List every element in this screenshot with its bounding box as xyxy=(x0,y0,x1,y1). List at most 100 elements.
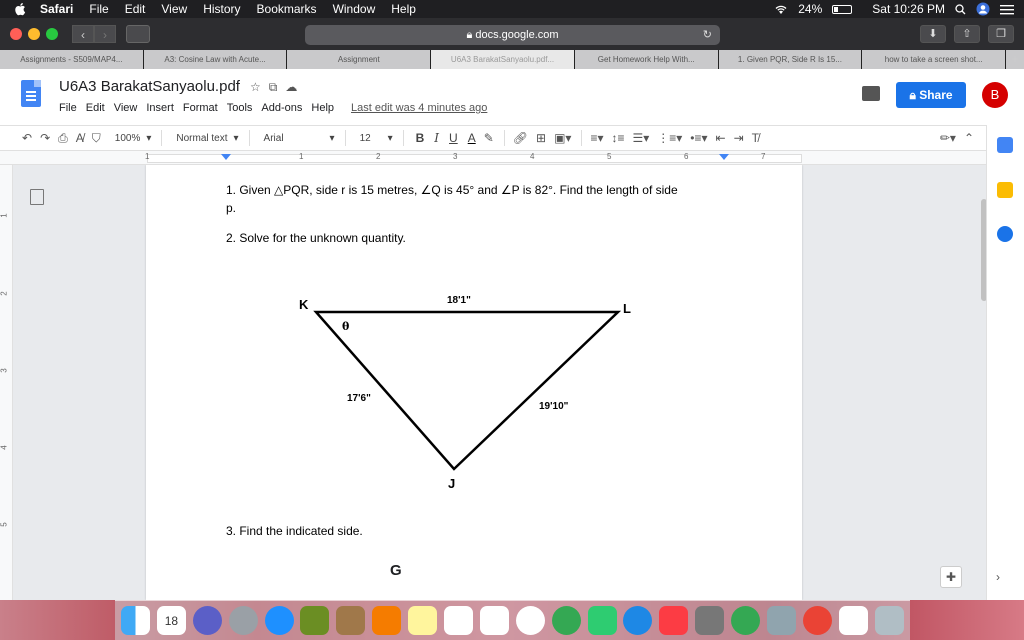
keep-icon[interactable] xyxy=(997,182,1013,198)
menu-window[interactable]: Window xyxy=(333,2,376,16)
last-edit-link[interactable]: Last edit was 4 minutes ago xyxy=(351,102,487,114)
chrome-icon[interactable] xyxy=(802,606,832,635)
show-tabs-button[interactable]: ❐ xyxy=(988,25,1014,43)
new-tab-button[interactable]: + xyxy=(1006,50,1024,69)
font-select[interactable]: Arial ▾ xyxy=(264,133,335,144)
calendar-app-icon[interactable]: 18 xyxy=(156,606,186,635)
account-avatar[interactable]: B xyxy=(982,82,1008,108)
share-button[interactable]: 🔒︎ Share xyxy=(896,82,966,108)
books-icon[interactable] xyxy=(372,606,402,635)
photos-icon[interactable] xyxy=(515,606,545,635)
image-capture-icon[interactable] xyxy=(300,606,330,635)
notification-center-icon[interactable] xyxy=(1000,4,1014,15)
facetime-icon[interactable] xyxy=(587,606,617,635)
increase-indent-icon[interactable]: ⇥ xyxy=(734,131,744,145)
add-comment-icon[interactable]: ⊞ xyxy=(536,131,546,145)
print-icon[interactable]: ⎙ xyxy=(58,131,68,146)
share-sheet-button[interactable]: ⇧ xyxy=(954,25,980,43)
menu-help[interactable]: Help xyxy=(391,2,416,16)
undo-icon[interactable]: ↶ xyxy=(22,131,32,145)
clock[interactable]: Sat 10:26 PM xyxy=(872,2,945,16)
docs-menu-file[interactable]: File xyxy=(59,102,77,114)
checklist-icon[interactable]: ☰▾ xyxy=(632,131,649,145)
textedit-icon[interactable] xyxy=(479,606,509,635)
highlight-icon[interactable]: ✎ xyxy=(484,131,494,145)
menu-safari[interactable]: Safari xyxy=(40,2,73,16)
chevron-right-icon[interactable]: › xyxy=(996,570,1000,584)
battery-icon[interactable] xyxy=(832,4,853,14)
right-indent-marker[interactable] xyxy=(719,154,729,160)
zoom-window-button[interactable] xyxy=(46,28,58,40)
close-window-button[interactable] xyxy=(10,28,22,40)
user-menu-icon[interactable] xyxy=(976,2,990,16)
grammarly-icon[interactable] xyxy=(731,606,761,635)
editing-mode-icon[interactable]: ✏▾ xyxy=(940,131,956,145)
spotlight-search-icon[interactable] xyxy=(955,3,966,15)
reminders-icon[interactable] xyxy=(444,606,474,635)
menu-history[interactable]: History xyxy=(203,2,240,16)
document-page[interactable]: 1. Given △PQR, side r is 15 metres, ∠Q i… xyxy=(146,165,802,600)
underline-button[interactable]: U xyxy=(449,131,458,145)
back-button[interactable]: ‹ xyxy=(72,25,94,43)
left-indent-marker[interactable] xyxy=(221,154,231,160)
wifi-icon[interactable] xyxy=(774,4,788,15)
address-bar[interactable]: 🔒︎ docs.google.com ↻ xyxy=(305,25,720,45)
clear-formatting-icon[interactable]: T̸ xyxy=(752,131,759,145)
menu-bookmarks[interactable]: Bookmarks xyxy=(257,2,317,16)
menu-edit[interactable]: Edit xyxy=(125,2,146,16)
tasks-icon[interactable] xyxy=(997,226,1013,242)
tab-screen-shot[interactable]: how to take a screen shot... xyxy=(862,50,1007,69)
downloads-button[interactable]: ⬇ xyxy=(920,25,946,43)
document-icon[interactable] xyxy=(838,606,868,635)
docs-menu-format[interactable]: Format xyxy=(183,102,218,114)
style-select[interactable]: Normal text ▾ xyxy=(176,133,238,144)
minimize-window-button[interactable] xyxy=(28,28,40,40)
tab-assignments[interactable]: Assignments - S509/MAP4... xyxy=(0,50,144,69)
chevron-up-icon[interactable]: ⌃ xyxy=(964,131,974,145)
text-color-button[interactable]: A xyxy=(468,131,476,145)
calendar-icon[interactable] xyxy=(997,137,1013,153)
document-outline-icon[interactable] xyxy=(30,189,44,205)
tab-cosine-law[interactable]: A3: Cosine Law with Acute... xyxy=(143,50,288,69)
line-spacing-icon[interactable]: ↕≡ xyxy=(611,131,624,145)
system-preferences-icon[interactable] xyxy=(695,606,725,635)
finder-icon[interactable] xyxy=(121,606,150,635)
zoom-select[interactable]: 100% ▾ xyxy=(115,133,152,144)
launchpad-icon[interactable] xyxy=(228,606,258,635)
link-icon[interactable]: 🔗︎ xyxy=(513,131,528,145)
document-title[interactable]: U6A3 BarakatSanyaolu.pdf xyxy=(59,78,240,95)
tab-u6a3-pdf[interactable]: U6A3 BarakatSanyaolu.pdf... xyxy=(431,50,575,69)
docs-menu-insert[interactable]: Insert xyxy=(146,102,174,114)
siri-icon[interactable] xyxy=(192,606,222,635)
preview-icon[interactable] xyxy=(767,606,797,635)
move-to-folder-icon[interactable]: ⧉ xyxy=(269,80,278,95)
align-icon[interactable]: ≡▾ xyxy=(590,131,603,145)
comment-history-icon[interactable] xyxy=(862,86,880,101)
menu-view[interactable]: View xyxy=(161,2,187,16)
cloud-status-icon[interactable]: ☁︎ xyxy=(285,80,297,95)
safari-icon[interactable] xyxy=(264,606,294,635)
tab-assignment[interactable]: Assignment xyxy=(287,50,432,69)
docs-menu-view[interactable]: View xyxy=(114,102,138,114)
spellcheck-icon[interactable]: A̸ xyxy=(76,131,84,145)
trash-icon[interactable] xyxy=(874,606,904,635)
tab-given-pqr[interactable]: 1. Given PQR, Side R Is 15... xyxy=(718,50,863,69)
bold-button[interactable]: B xyxy=(416,131,425,145)
menu-file[interactable]: File xyxy=(89,2,108,16)
docs-menu-edit[interactable]: Edit xyxy=(86,102,105,114)
notes-icon[interactable] xyxy=(408,606,438,635)
music-icon[interactable] xyxy=(659,606,689,635)
star-icon[interactable]: ☆ xyxy=(250,80,261,95)
show-sidebar-button[interactable] xyxy=(126,25,150,43)
insert-image-icon[interactable]: ▣▾ xyxy=(554,131,571,145)
docs-menu-help[interactable]: Help xyxy=(311,102,334,114)
app-store-icon[interactable] xyxy=(623,606,653,635)
paint-format-icon[interactable]: ⛉ xyxy=(92,131,101,146)
docs-menu-addons[interactable]: Add-ons xyxy=(261,102,302,114)
apple-icon[interactable] xyxy=(14,2,28,16)
bulleted-list-icon[interactable]: •≡▾ xyxy=(690,131,707,145)
forward-button[interactable]: › xyxy=(94,25,116,43)
numbered-list-icon[interactable]: ⋮≡▾ xyxy=(657,131,682,145)
redo-icon[interactable]: ↷ xyxy=(40,131,50,145)
tab-homework-help[interactable]: Get Homework Help With... xyxy=(574,50,719,69)
